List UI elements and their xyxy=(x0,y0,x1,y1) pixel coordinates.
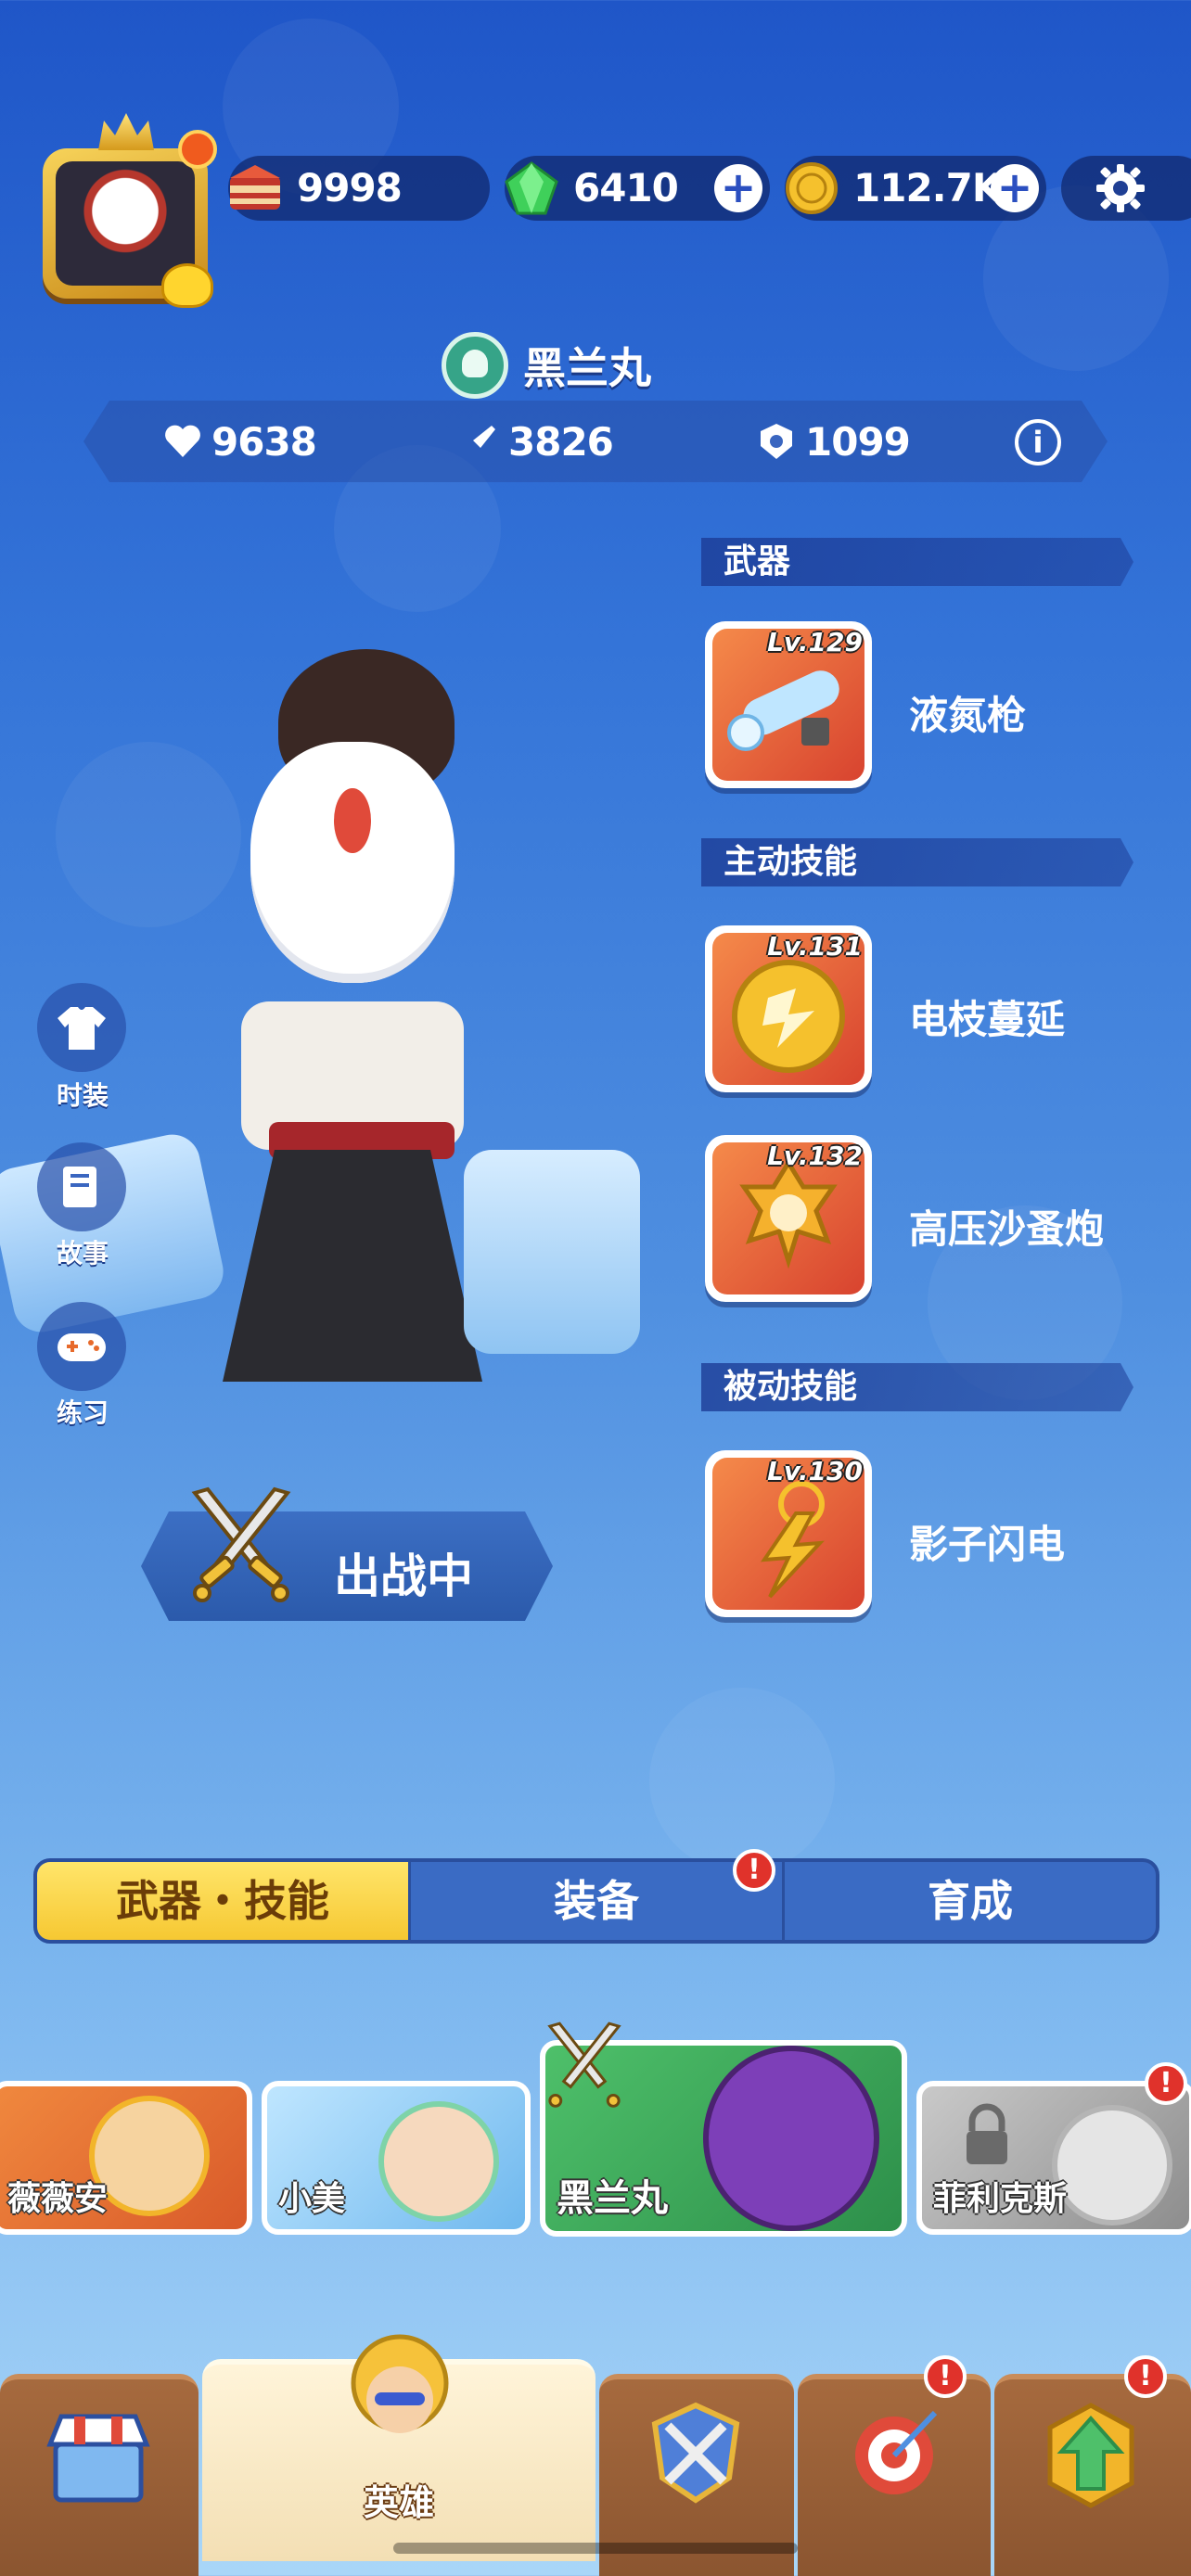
background-pattern xyxy=(649,1688,835,1873)
cake-resource[interactable]: 9998 xyxy=(228,156,490,221)
add-coin-button[interactable]: + xyxy=(991,164,1039,212)
nav-hero-label: 英雄 xyxy=(363,2482,434,2523)
hero-icon xyxy=(351,2334,449,2433)
home-indicator[interactable] xyxy=(393,2543,798,2554)
skill-name: 高压沙蚤炮 xyxy=(909,1206,1105,1252)
skill-card-weapon[interactable]: Lv.129 xyxy=(705,621,872,788)
coin-resource[interactable]: 112.7K + xyxy=(785,156,1046,221)
hero-card-name: 菲利克斯 xyxy=(933,2180,1068,2218)
skill-name: 影子闪电 xyxy=(909,1522,1066,1567)
shield-icon xyxy=(755,420,798,463)
hero-portrait xyxy=(1052,2105,1172,2225)
hero-card-felix[interactable]: 菲利克斯 xyxy=(916,2081,1191,2235)
nav-upgrade[interactable] xyxy=(994,2374,1191,2576)
skill-level: Lv.129 xyxy=(767,627,863,657)
coin-value: 112.7K xyxy=(853,165,1002,210)
player-avatar[interactable] xyxy=(43,113,217,308)
lock-icon xyxy=(967,2103,1007,2164)
skin-label: 时装 xyxy=(56,1080,109,1111)
stat-defense-value: 1099 xyxy=(805,418,910,465)
hero-card-name: 薇薇安 xyxy=(7,2180,109,2218)
felix-alert-badge: ! xyxy=(1145,2062,1187,2105)
nav-target-alert-badge: ! xyxy=(924,2355,967,2398)
hero-card-xiaomei[interactable]: 小美 xyxy=(262,2081,531,2235)
stat-defense: 1099 xyxy=(755,401,910,482)
settings-button[interactable] xyxy=(1061,156,1191,221)
section-passive-skills: 被动技能 xyxy=(701,1363,1133,1411)
target-icon xyxy=(855,2410,938,2494)
skill-card-active-1[interactable]: Lv.131 xyxy=(705,925,872,1092)
duck-icon xyxy=(161,263,213,308)
skill-level: Lv.131 xyxy=(767,931,863,962)
info-icon[interactable]: i xyxy=(1015,419,1061,465)
coin-icon xyxy=(786,162,838,214)
tab-weapon-skills[interactable]: 武器・技能 xyxy=(37,1862,411,1940)
hero-name-row: 黑兰丸 xyxy=(442,330,651,401)
section-weapon: 武器 xyxy=(701,538,1133,586)
skill-name: 电枝蔓延 xyxy=(909,997,1066,1042)
stat-attack-value: 3826 xyxy=(508,418,613,465)
skill-card-active-2[interactable]: Lv.132 xyxy=(705,1135,872,1302)
nav-shop[interactable] xyxy=(0,2374,198,2576)
hero-name: 黑兰丸 xyxy=(523,343,651,393)
crossed-swords-icon xyxy=(191,1486,291,1602)
story-icon xyxy=(63,1167,96,1207)
practice-label: 练习 xyxy=(56,1397,109,1428)
notification-dot xyxy=(178,130,217,169)
nav-upgrade-alert-badge: ! xyxy=(1124,2355,1167,2398)
skill-card-passive[interactable]: Lv.130 xyxy=(705,1450,872,1617)
hero-tabs: 武器・技能 装备 育成 xyxy=(33,1858,1159,1944)
skill-name: 液氮枪 xyxy=(909,693,1027,738)
gem-value: 6410 xyxy=(573,165,679,210)
section-active-skills: 主动技能 xyxy=(701,838,1133,886)
stat-attack: 3826 xyxy=(458,401,613,482)
story-label: 故事 xyxy=(56,1238,109,1269)
story-button[interactable] xyxy=(37,1142,126,1231)
skin-button[interactable] xyxy=(37,983,126,1072)
add-gem-button[interactable]: + xyxy=(714,164,762,212)
hero-card-name: 黑兰丸 xyxy=(557,2177,668,2220)
crown-icon xyxy=(98,113,154,150)
selected-hero-swords-icon xyxy=(547,2021,621,2108)
shop-icon xyxy=(46,2414,150,2503)
background-pattern xyxy=(56,742,241,927)
skill-level: Lv.130 xyxy=(767,1456,863,1486)
stat-health-value: 9638 xyxy=(211,418,316,465)
cake-icon xyxy=(230,165,280,210)
hero-card-name: 小美 xyxy=(278,2180,346,2218)
deploy-label: 出战中 xyxy=(334,1549,473,1603)
mask-mark xyxy=(334,788,371,853)
gem-resource[interactable]: 6410 + xyxy=(505,156,770,221)
gear-icon xyxy=(1096,164,1145,212)
hero-portrait xyxy=(703,2046,879,2231)
stat-health: 9638 xyxy=(161,401,316,482)
practice-button[interactable] xyxy=(37,1302,126,1391)
heart-icon xyxy=(161,420,204,463)
skull-class-icon xyxy=(442,332,508,399)
tab-equipment[interactable]: 装备 xyxy=(411,1862,785,1940)
nav-hero[interactable] xyxy=(202,2334,596,2561)
hero-card-vivian[interactable]: 薇薇安 xyxy=(0,2081,252,2235)
stats-bar: 9638 3826 1099 i xyxy=(83,401,1108,482)
battle-icon xyxy=(651,2402,740,2504)
attack-icon xyxy=(458,420,501,463)
hero-portrait xyxy=(378,2101,499,2222)
shirt-icon xyxy=(58,1007,106,1050)
cake-value: 9998 xyxy=(297,165,403,210)
character-fox-mask xyxy=(250,742,455,983)
gamepad-icon xyxy=(58,1333,106,1361)
equipment-alert-badge: ! xyxy=(733,1849,775,1892)
nav-target[interactable] xyxy=(798,2374,991,2576)
weapon-right xyxy=(464,1150,640,1354)
skill-level: Lv.132 xyxy=(767,1141,863,1171)
gem-icon xyxy=(505,161,558,215)
upgrade-icon xyxy=(1047,2403,1134,2508)
tab-training[interactable]: 育成 xyxy=(785,1862,1156,1940)
character-pants xyxy=(223,1150,482,1382)
